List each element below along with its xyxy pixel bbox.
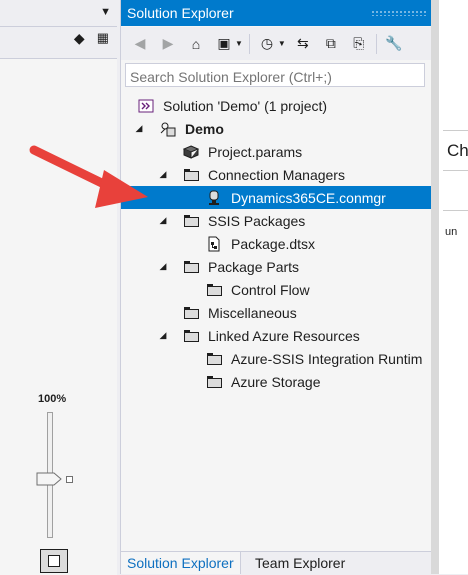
folder-icon	[182, 213, 200, 229]
connection-manager-icon	[205, 190, 223, 206]
properties-wrench-icon[interactable]: 🔧	[383, 33, 405, 55]
zoom-level: 100%	[38, 393, 67, 405]
tree-item-label: Connection Managers	[208, 166, 345, 183]
params-icon	[182, 144, 200, 160]
tab-solution-explorer[interactable]: Solution Explorer	[121, 552, 241, 574]
tree-item-package-dtsx[interactable]: Package.dtsx	[121, 232, 431, 255]
tree-item-label: Solution 'Demo' (1 project)	[163, 97, 328, 114]
tree-item-azure-ssis-ir[interactable]: Azure-SSIS Integration Runtim	[121, 347, 431, 370]
designer-canvas[interactable]	[0, 58, 117, 575]
show-all-files-icon[interactable]: ⎘	[348, 33, 370, 55]
expander-expanded-icon[interactable]: ◢	[158, 169, 168, 180]
chevron-down-icon[interactable]: ▼	[100, 6, 111, 18]
tree-item-azure-storage[interactable]: Azure Storage	[121, 370, 431, 393]
tree-item-label: Control Flow	[231, 281, 310, 298]
tree-item-label: Azure-SSIS Integration Runtim	[231, 350, 423, 367]
tree-item-package-parts[interactable]: ◢ Package Parts	[121, 255, 431, 278]
chevron-down-icon[interactable]: ▼	[235, 39, 243, 48]
ssis-project-icon	[159, 121, 177, 137]
divider	[443, 210, 468, 211]
search-input[interactable]	[125, 63, 425, 87]
expander-expanded-icon[interactable]: ◢	[158, 330, 168, 341]
designer-toolbar: ◆ ▦	[74, 30, 109, 47]
tree-item-label: Demo	[185, 120, 224, 137]
toolbar-separator	[248, 33, 250, 54]
zoom-slider-thumb[interactable]	[36, 472, 62, 486]
tree-item-miscellaneous[interactable]: Miscellaneous	[121, 301, 431, 324]
zoom-default-marker	[66, 476, 73, 483]
tree-item-label: Package Parts	[208, 258, 300, 275]
folder-icon	[182, 167, 200, 183]
zoom-to-fit-button[interactable]	[40, 549, 68, 573]
tree-item-ssis-packages[interactable]: ◢ SSIS Packages	[121, 209, 431, 232]
solution-explorer-toolbar: ◀ ▶ ⌂ ▣ ▼ ◷ ▼ ⇆ ⧉ ⎘ 🔧	[121, 27, 431, 60]
sync-with-active-document-icon[interactable]: ⇆	[292, 33, 314, 55]
folder-icon	[205, 351, 223, 367]
tree-item-label: Package.dtsx	[231, 235, 316, 252]
tree-item-label: SSIS Packages	[208, 212, 306, 229]
collapse-all-icon[interactable]: ⧉	[320, 33, 342, 55]
home-icon[interactable]: ⌂	[185, 33, 207, 55]
clipped-text: Ch	[447, 141, 468, 160]
folder-icon	[205, 282, 223, 298]
expander-expanded-icon[interactable]: ◢	[134, 123, 144, 134]
tree-item-control-flow[interactable]: Control Flow	[121, 278, 431, 301]
tree-item-label: Linked Azure Resources	[208, 327, 360, 344]
solution-explorer-title-bar[interactable]: Solution Explorer	[121, 0, 431, 26]
pane-splitter[interactable]	[431, 0, 439, 574]
switch-views-icon[interactable]: ▣	[213, 33, 235, 55]
tree-item-project-params[interactable]: Project.params	[121, 140, 431, 163]
tree-item-label: Project.params	[208, 143, 303, 160]
folder-icon	[182, 305, 200, 321]
clipped-text: un	[445, 226, 458, 238]
back-icon[interactable]: ◀	[129, 33, 151, 55]
panel-title: Solution Explorer	[127, 5, 234, 21]
tree-item-label: Azure Storage	[231, 373, 321, 390]
expander-expanded-icon[interactable]: ◢	[158, 215, 168, 226]
package-icon[interactable]: ◆	[74, 30, 85, 47]
panel-tab-strip: Solution Explorer Team Explorer	[121, 551, 431, 575]
variables-grid-icon[interactable]: ▦	[97, 30, 109, 47]
folder-icon	[182, 328, 200, 344]
tree-item-label: Dynamics365CE.conmgr	[231, 189, 386, 206]
tree-item-dynamics365ce-conmgr[interactable]: Dynamics365CE.conmgr	[121, 186, 431, 209]
tree-item-project[interactable]: ◢ Demo	[121, 117, 431, 140]
tree-item-linked-azure-resources[interactable]: ◢ Linked Azure Resources	[121, 324, 431, 347]
divider	[443, 130, 468, 131]
expander-expanded-icon[interactable]: ◢	[158, 261, 168, 272]
toolbar-separator	[375, 33, 377, 54]
tree-item-solution[interactable]: Solution 'Demo' (1 project)	[121, 94, 431, 117]
solution-explorer-panel: Solution Explorer ◀ ▶ ⌂ ▣ ▼ ◷ ▼ ⇆ ⧉ ⎘ 🔧 …	[120, 0, 431, 575]
properties-pane-edge: Ch un	[431, 0, 468, 574]
designer-pane: ▼ ◆ ▦ 100%	[0, 0, 117, 575]
folder-icon	[182, 259, 200, 275]
divider	[443, 170, 468, 171]
fit-icon	[48, 555, 60, 567]
visual-studio-solution-icon	[137, 98, 155, 114]
folder-icon	[205, 374, 223, 390]
chevron-down-icon[interactable]: ▼	[278, 39, 286, 48]
title-bar-grip	[371, 10, 426, 16]
tree-item-label: Miscellaneous	[208, 304, 297, 321]
tab-team-explorer[interactable]: Team Explorer	[249, 552, 351, 574]
forward-icon[interactable]: ▶	[157, 33, 179, 55]
designer-header: ▼	[0, 0, 117, 27]
tree-item-connection-managers[interactable]: ◢ Connection Managers	[121, 163, 431, 186]
pending-changes-filter-icon[interactable]: ◷	[256, 33, 278, 55]
package-icon	[205, 236, 223, 252]
